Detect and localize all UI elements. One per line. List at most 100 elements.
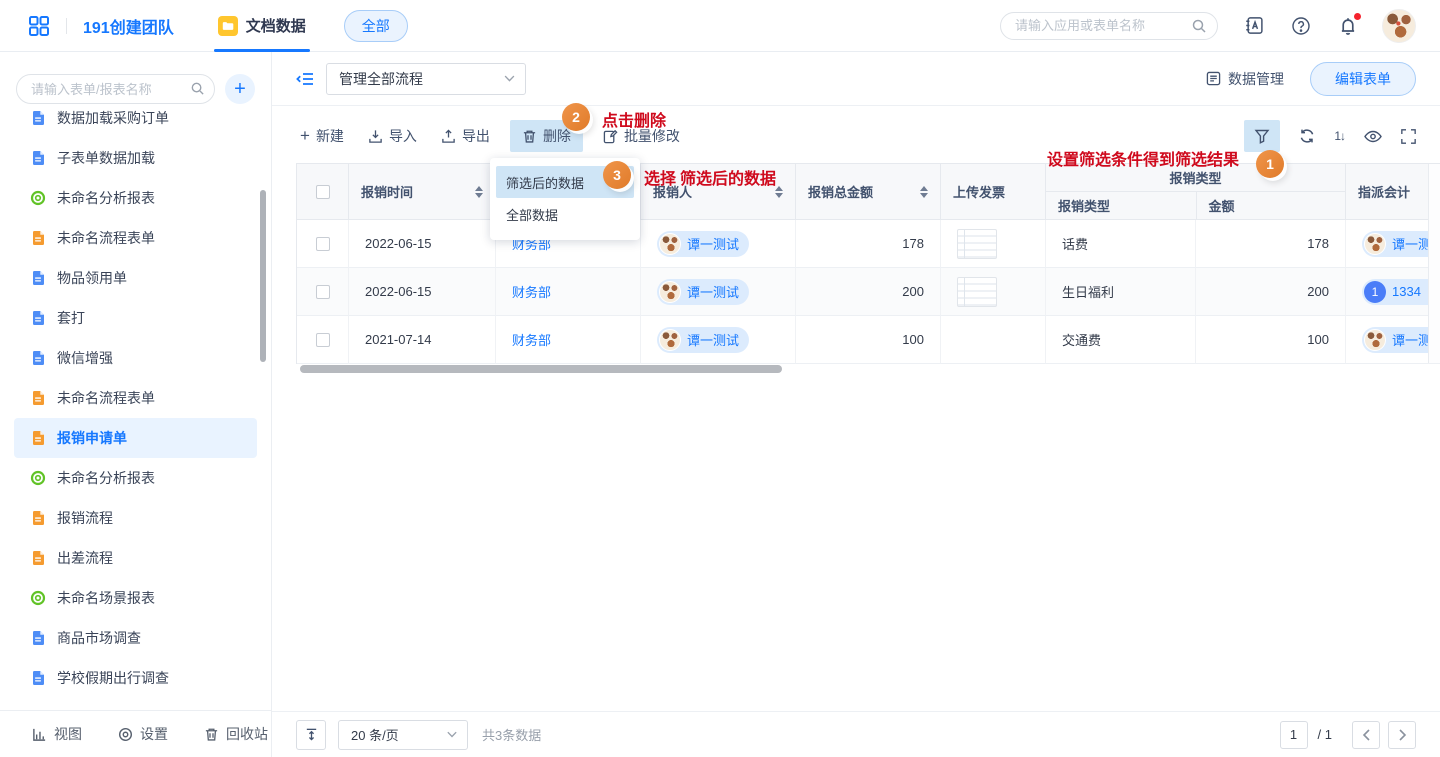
refresh-icon[interactable] [1299,128,1315,144]
doc-orange-icon [30,510,46,526]
sidebar-item[interactable]: 物品领用单 [14,258,257,298]
column-header-total[interactable]: 报销总金额 [796,164,941,220]
notification-bell-icon[interactable] [1338,16,1358,36]
sidebar-item-label: 数据加载采购订单 [57,108,169,128]
sidebar-item[interactable]: 报销流程 [14,498,257,538]
person-pill[interactable]: 谭一测试 [657,231,749,257]
invoice-image[interactable] [957,229,997,259]
sort-toggle-icon[interactable] [920,186,928,198]
person-name: 谭一测试 [687,330,739,349]
export-button[interactable]: 导出 [437,120,494,152]
flow-select-dropdown[interactable]: 管理全部流程 [326,63,526,95]
collapse-sidebar-icon[interactable] [296,71,314,87]
sort-toggle-icon[interactable] [475,186,483,198]
sidebar-item[interactable]: 子表单数据加载 [14,138,257,178]
table-row[interactable]: 2021-07-14 财务部 谭一测试 100 交通费 100 谭一测试 [297,316,1440,364]
sidebar-item[interactable]: 套打 [14,298,257,338]
row-checkbox[interactable] [316,285,330,299]
data-manage-button[interactable]: 数据管理 [1206,69,1284,89]
fullscreen-icon[interactable] [1401,129,1416,144]
step-2-badge: 2 [562,103,590,131]
tab-document-data[interactable]: 文档数据 [218,0,306,52]
column-header-invoice[interactable]: 上传发票 [941,164,1046,220]
team-name[interactable]: 191创建团队 [83,14,174,38]
sidebar-item[interactable]: 未命名流程表单 [14,378,257,418]
doc-blue-icon [30,270,46,286]
sidebar-item[interactable]: 未命名流程表单 [14,218,257,258]
sidebar-item[interactable] [14,698,257,710]
column-header-amount[interactable]: 金额 [1196,192,1346,220]
data-manage-label: 数据管理 [1228,69,1284,89]
table-row[interactable]: 2022-06-15 财务部 谭一测试 200 生日福利 200 11334 [297,268,1440,316]
cell-type: 生日福利 [1046,268,1196,316]
doc-blue-icon [30,310,46,326]
scope-all-button[interactable]: 全部 [344,10,408,42]
form-search-input[interactable] [16,74,215,104]
sidebar-item[interactable]: 数据加载采购订单 [14,108,257,138]
column-visibility-eye-icon[interactable] [1364,130,1382,143]
app-screen: 191创建团队 文档数据 全部 [0,0,1440,757]
sidebar-scrollbar[interactable] [260,190,266,362]
column-header-time[interactable]: 报销时间 [349,164,496,220]
sidebar-item[interactable]: 未命名分析报表 [14,178,257,218]
settings-button[interactable]: 设置 [118,724,168,744]
contacts-icon[interactable] [1245,16,1264,35]
recycle-bin-button[interactable]: 回收站 [204,724,268,744]
user-avatar[interactable] [1382,9,1416,43]
sidebar-item[interactable]: 微信增强 [14,338,257,378]
sidebar-item[interactable]: 未命名分析报表 [14,458,257,498]
global-search-input[interactable] [1000,12,1218,40]
sidebar-item[interactable]: 学校假期出行调查 [14,658,257,698]
sidebar-item-label: 未命名分析报表 [57,188,155,208]
sidebar-item-label: 商品市场调查 [57,628,141,648]
select-all-checkbox[interactable] [316,185,330,199]
row-height-button[interactable] [296,720,326,750]
settings-label: 设置 [140,724,168,744]
row-checkbox[interactable] [316,237,330,251]
import-label: 导入 [389,126,417,146]
new-record-button[interactable]: + 新建 [296,120,348,152]
main-content: 管理全部流程 数据管理 编辑表单 + 新建 导入 [272,52,1440,757]
sidebar-item[interactable]: 出差流程 [14,538,257,578]
doc-orange-icon [30,390,46,406]
table-footer: 20 条/页 共3条数据 1 / 1 [272,711,1440,757]
horizontal-scrollbar[interactable] [300,365,782,373]
sort-toggle-icon[interactable] [775,186,783,198]
sidebar-item-label: 物品领用单 [57,268,127,288]
total-pages: / 1 [1318,727,1332,742]
cell-dept[interactable]: 财务部 [496,268,641,316]
apps-grid-icon[interactable] [28,15,50,37]
table-row[interactable]: 2022-06-15 财务部 谭一测试 178 话费 178 谭一测试 [297,220,1440,268]
menu-item-all-data[interactable]: 全部数据 [496,198,634,230]
person-pill[interactable]: 谭一测试 [657,279,749,305]
doc-blue-icon [30,110,46,126]
plus-icon: + [300,129,310,143]
help-icon[interactable] [1291,16,1311,36]
report-green-icon [30,470,46,486]
current-page-box[interactable]: 1 [1280,721,1308,749]
doc-orange-icon [30,430,46,446]
sidebar-item[interactable]: 未命名场景报表 [14,578,257,618]
sidebar-item-label: 学校假期出行调查 [57,668,169,688]
sidebar-item[interactable]: 商品市场调查 [14,618,257,658]
cell-dept[interactable]: 财务部 [496,316,641,364]
sidebar-item[interactable]: 报销申请单 [14,418,257,458]
column-header-invoice-label: 上传发票 [953,182,1005,201]
prev-page-button[interactable] [1352,721,1380,749]
edit-form-button[interactable]: 编辑表单 [1310,62,1416,96]
invoice-image[interactable] [957,277,997,307]
next-page-button[interactable] [1388,721,1416,749]
person-pill[interactable]: 谭一测试 [657,327,749,353]
page-size-select[interactable]: 20 条/页 [338,720,468,750]
filter-icon[interactable] [1244,120,1280,152]
row-checkbox[interactable] [316,333,330,347]
top-bar: 191创建团队 文档数据 全部 [0,0,1440,52]
column-header-accountant[interactable]: 指派会计 [1346,164,1440,220]
column-header-type[interactable]: 报销类型 [1046,192,1196,220]
cell-date: 2022-06-15 [349,220,496,268]
add-form-button[interactable]: + [225,74,255,104]
sort-icon[interactable]: 1↓ [1334,129,1345,143]
views-button[interactable]: 视图 [32,724,82,744]
import-button[interactable]: 导入 [364,120,421,152]
accountant-avatar [1364,233,1386,255]
